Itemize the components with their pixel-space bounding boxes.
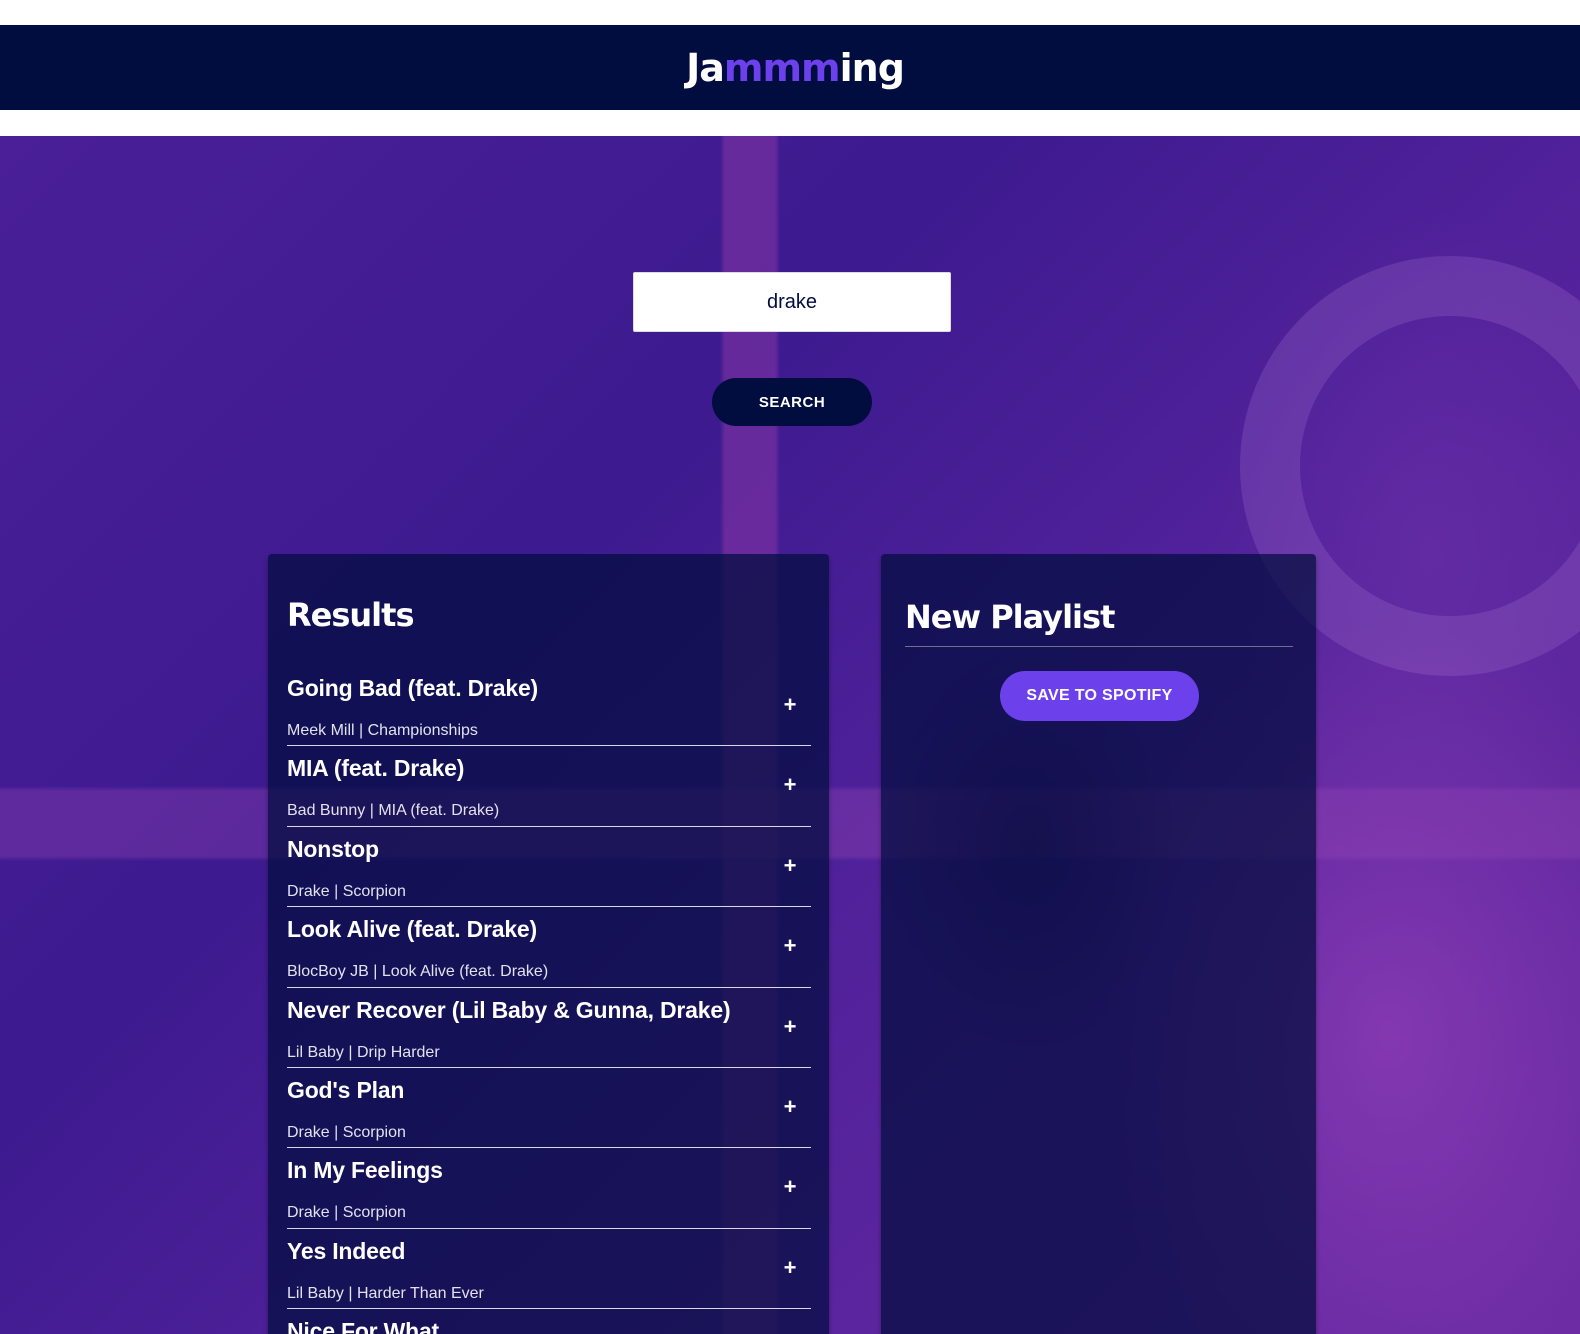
track-info: Bad Bunny | MIA (feat. Drake) — [287, 802, 500, 820]
track-name: Never Recover (Lil Baby & Gunna, Drake) — [287, 996, 731, 1023]
add-track-button[interactable]: + — [779, 853, 801, 879]
add-track-button[interactable]: + — [779, 772, 801, 798]
track-info: Lil Baby | Drip Harder — [287, 1043, 440, 1061]
track-info: Drake | Scorpion — [287, 1123, 406, 1141]
logo-prefix: Ja — [686, 45, 725, 90]
track-info: Lil Baby | Harder Than Ever — [287, 1284, 484, 1302]
track-name: Nonstop — [287, 835, 379, 862]
playlist-panel: New Playlist SAVE TO SPOTIFY — [881, 554, 1316, 1334]
track-info: Drake | Scorpion — [287, 882, 406, 900]
track-item: Going Bad (feat. Drake) Meek Mill | Cham… — [287, 666, 811, 747]
track-name: In My Feelings — [287, 1157, 443, 1184]
logo-highlight: mmm — [723, 45, 841, 90]
track-info: Drake | Scorpion — [287, 1204, 406, 1222]
track-name: Look Alive (feat. Drake) — [287, 916, 537, 943]
track-item: Yes Indeed Lil Baby | Harder Than Ever + — [287, 1229, 811, 1310]
save-to-spotify-button[interactable]: SAVE TO SPOTIFY — [1000, 671, 1199, 721]
add-track-button[interactable]: + — [779, 1255, 801, 1281]
add-track-button[interactable]: + — [779, 1014, 801, 1040]
track-name: Yes Indeed — [287, 1237, 406, 1264]
hero-background: drake SEARCH Results Going Bad (feat. Dr… — [0, 136, 1580, 1334]
search-input[interactable]: drake — [633, 272, 951, 332]
add-track-button[interactable]: + — [779, 1094, 801, 1120]
track-item: In My Feelings Drake | Scorpion + — [287, 1148, 811, 1229]
search-button[interactable]: SEARCH — [712, 378, 872, 426]
playlist-title-input[interactable]: New Playlist — [905, 598, 1115, 636]
track-item: MIA (feat. Drake) Bad Bunny | MIA (feat.… — [287, 746, 811, 827]
track-info: Meek Mill | Championships — [287, 722, 478, 739]
results-track-list: Going Bad (feat. Drake) Meek Mill | Cham… — [287, 666, 811, 1334]
track-item: Never Recover (Lil Baby & Gunna, Drake) … — [287, 988, 811, 1068]
track-name: Nice For What — [287, 1318, 440, 1334]
playlist-divider — [905, 646, 1293, 647]
app-logo: Jammming — [686, 45, 905, 90]
track-info: BlocBoy JB | Look Alive (feat. Drake) — [287, 963, 549, 981]
app-header: Jammming — [0, 25, 1580, 110]
track-item: Nice For What — [287, 1309, 811, 1334]
add-track-button[interactable]: + — [779, 933, 801, 959]
track-item: Nonstop Drake | Scorpion + — [287, 827, 811, 908]
track-name: MIA (feat. Drake) — [287, 755, 465, 782]
track-name: Going Bad (feat. Drake) — [287, 675, 538, 701]
track-item: God's Plan Drake | Scorpion + — [287, 1068, 811, 1149]
track-item: Look Alive (feat. Drake) BlocBoy JB | Lo… — [287, 907, 811, 988]
results-panel: Results Going Bad (feat. Drake) Meek Mil… — [268, 554, 829, 1334]
logo-suffix: ing — [839, 45, 905, 90]
add-track-button[interactable]: + — [779, 1174, 801, 1200]
add-track-button[interactable]: + — [779, 692, 801, 718]
track-name: God's Plan — [287, 1076, 405, 1103]
results-title: Results — [287, 596, 414, 634]
